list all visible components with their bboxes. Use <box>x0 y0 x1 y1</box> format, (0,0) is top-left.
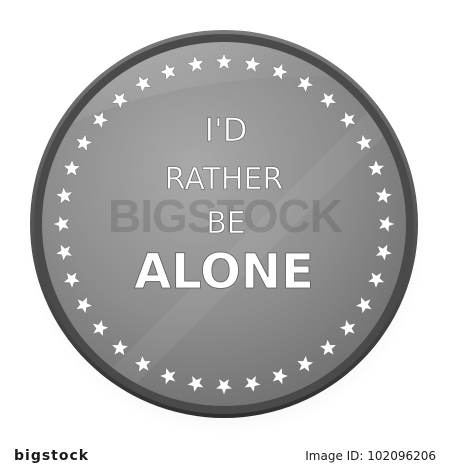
button-graphic: BIGSTOCK I'D RATHER BE ALONE <box>26 30 426 436</box>
footer-bar: bigstock Image ID: 102096206 <box>0 442 450 470</box>
footer-image-id: Image ID: 102096206 <box>305 449 436 463</box>
slogan-line-4: ALONE <box>134 244 314 300</box>
image-stage: BIGSTOCK I'D RATHER BE ALONE bigstock Im… <box>0 0 450 470</box>
slogan-line-1: I'D <box>205 111 248 149</box>
slogan-line-2: RATHER <box>165 162 284 197</box>
slogan-line-3: BE <box>206 206 246 241</box>
footer-logo: bigstock <box>14 448 90 464</box>
